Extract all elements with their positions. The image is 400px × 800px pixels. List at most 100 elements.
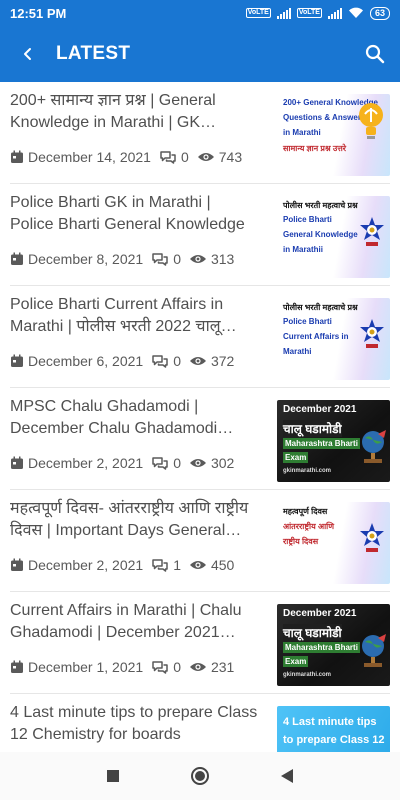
post-item[interactable]: 4 Last minute tips to prepare Class 12 C… xyxy=(10,694,390,752)
post-thumbnail[interactable]: महत्वपूर्ण दिवस आंतरराष्ट्रीय आणि राष्ट्री… xyxy=(277,502,390,584)
post-title[interactable]: Police Bharti GK in Marathi | Police Bha… xyxy=(10,192,258,236)
post-item[interactable]: MPSC Chalu Ghadamodi | December Chalu Gh… xyxy=(10,388,390,490)
search-button[interactable] xyxy=(350,26,400,82)
thumb-text: महत्वपूर्ण दिवस xyxy=(283,507,328,516)
post-title[interactable]: Current Affairs in Marathi | Chalu Ghada… xyxy=(10,600,258,644)
post-title[interactable]: 4 Last minute tips to prepare Class 12 C… xyxy=(10,702,258,746)
post-meta: December 8, 2021 0 313 xyxy=(10,251,234,267)
comment-count: 0 xyxy=(173,251,181,267)
comments-icon xyxy=(151,354,169,369)
post-meta: December 2, 2021 0 302 xyxy=(10,455,234,471)
wifi-icon xyxy=(348,7,363,19)
thumb-text: Maharashtra Bharti xyxy=(283,438,360,449)
thumb-text: in Marathii xyxy=(283,245,324,254)
post-meta: December 14, 2021 0 743 xyxy=(10,149,242,165)
view-count: 302 xyxy=(210,455,235,471)
comment-count: 0 xyxy=(180,149,189,165)
calendar-icon xyxy=(10,660,24,674)
views-icon xyxy=(189,559,207,571)
post-thumbnail[interactable]: 200+ General Knowledge Questions & Answer… xyxy=(277,94,390,176)
post-thumbnail[interactable]: पोलीस भरती महत्वाचे प्रश्न Police Bharti G… xyxy=(277,196,390,278)
post-thumbnail[interactable]: December 2021 चालू घडामोडी Maharashtra Bha… xyxy=(277,604,390,686)
post-list: 200+ सामान्य ज्ञान प्रश्न | General Know… xyxy=(0,82,400,752)
calendar-icon xyxy=(10,150,24,164)
view-count: 313 xyxy=(210,251,235,267)
circle-icon xyxy=(190,767,209,785)
post-date: December 6, 2021 xyxy=(28,353,144,369)
triangle-icon xyxy=(280,769,293,783)
views-icon xyxy=(189,355,207,367)
page-title: LATEST xyxy=(56,43,131,64)
search-icon xyxy=(365,44,385,64)
views-icon xyxy=(189,253,207,265)
thumb-text: General Knowledge xyxy=(283,230,358,239)
thumb-text: Exam xyxy=(283,452,309,463)
comments-icon xyxy=(151,456,169,471)
post-item[interactable]: Police Bharti GK in Marathi | Police Bha… xyxy=(10,184,390,286)
post-item[interactable]: 200+ सामान्य ज्ञान प्रश्न | General Know… xyxy=(10,82,390,184)
thumb-text: आंतरराष्ट्रीय आणि xyxy=(283,522,334,531)
views-icon xyxy=(189,457,207,469)
back-nav-button[interactable] xyxy=(267,756,307,796)
square-icon xyxy=(107,770,120,782)
calendar-icon xyxy=(10,558,24,572)
post-date: December 8, 2021 xyxy=(28,251,144,267)
post-meta: December 6, 2021 0 372 xyxy=(10,353,234,369)
post-date: December 2, 2021 xyxy=(28,455,144,471)
status-icons: VoLTE VoLTE 63 xyxy=(245,6,390,20)
thumb-text: to prepare Class 12 xyxy=(283,734,385,746)
thumb-text: in Marathi xyxy=(283,128,321,137)
thumb-text: gkinmarathi.com xyxy=(283,468,332,474)
thumb-text: राष्ट्रीय दिवस xyxy=(283,537,319,546)
app-bar: LATEST xyxy=(0,26,400,82)
thumb-text: 4 Last minute tips xyxy=(283,716,377,728)
post-title[interactable]: Police Bharti Current Affairs in Marathi… xyxy=(10,294,258,338)
view-count: 450 xyxy=(210,557,235,573)
thumb-text: Marathi xyxy=(283,347,312,356)
comments-icon xyxy=(151,252,169,267)
volte-badge-1: VoLTE xyxy=(245,8,271,18)
post-title[interactable]: महत्वपूर्ण दिवस- आंतरराष्ट्रीय आणि राष्ट… xyxy=(10,498,258,542)
police-emblem-icon xyxy=(360,319,384,348)
post-thumbnail[interactable]: पोलीस भरती महत्वाचे प्रश्न Police Bharti C… xyxy=(277,298,390,380)
thumb-text: December 2021 xyxy=(283,608,357,619)
back-arrow-icon xyxy=(24,48,31,60)
globe-icon xyxy=(362,430,386,463)
post-item[interactable]: महत्वपूर्ण दिवस- आंतरराष्ट्रीय आणि राष्ट… xyxy=(10,490,390,592)
battery-icon: 63 xyxy=(369,6,390,20)
views-icon xyxy=(197,151,215,163)
thumb-text: Police Bharti xyxy=(283,215,332,224)
thumb-text: सामान्य ज्ञान प्रश्न उत्तरे xyxy=(283,144,347,153)
view-count: 231 xyxy=(210,659,235,675)
comments-icon xyxy=(159,150,177,165)
post-thumbnail[interactable]: December 2021 चालू घडामोडी Maharashtra Bha… xyxy=(277,400,390,482)
comment-count: 0 xyxy=(173,353,181,369)
back-button[interactable] xyxy=(0,26,56,82)
post-item[interactable]: Police Bharti Current Affairs in Marathi… xyxy=(10,286,390,388)
recents-button[interactable] xyxy=(93,756,133,796)
thumb-text: पोलीस भरती महत्वाचे प्रश्न xyxy=(283,201,358,210)
comment-count: 0 xyxy=(173,455,181,471)
status-bar: 12:51 PM VoLTE VoLTE 63 xyxy=(0,0,400,26)
post-meta: December 1, 2021 0 231 xyxy=(10,659,234,675)
thumb-text: Questions & Answers xyxy=(283,113,366,122)
post-thumbnail[interactable]: 4 Last minute tips to prepare Class 12 xyxy=(277,706,390,752)
post-meta: December 2, 2021 1 450 xyxy=(10,557,234,573)
thumb-text: Police Bharti xyxy=(283,317,332,326)
post-title[interactable]: 200+ सामान्य ज्ञान प्रश्न | General Know… xyxy=(10,90,258,134)
thumb-text: December 2021 xyxy=(283,404,357,415)
thumb-text: चालू घडामोडी xyxy=(283,420,342,437)
post-item[interactable]: Current Affairs in Marathi | Chalu Ghada… xyxy=(10,592,390,694)
views-icon xyxy=(189,661,207,673)
post-title[interactable]: MPSC Chalu Ghadamodi | December Chalu Gh… xyxy=(10,396,258,440)
home-button[interactable] xyxy=(180,756,220,796)
globe-icon xyxy=(362,634,386,667)
post-date: December 1, 2021 xyxy=(28,659,144,675)
comment-count: 0 xyxy=(173,659,181,675)
police-emblem-icon xyxy=(360,217,384,246)
comments-icon xyxy=(151,558,169,573)
thumb-text: Exam xyxy=(283,656,309,667)
thumb-text: Maharashtra Bharti xyxy=(283,642,360,653)
thumb-text: gkinmarathi.com xyxy=(283,672,332,678)
thumb-text: पोलीस भरती महत्वाचे प्रश्न xyxy=(283,303,358,312)
